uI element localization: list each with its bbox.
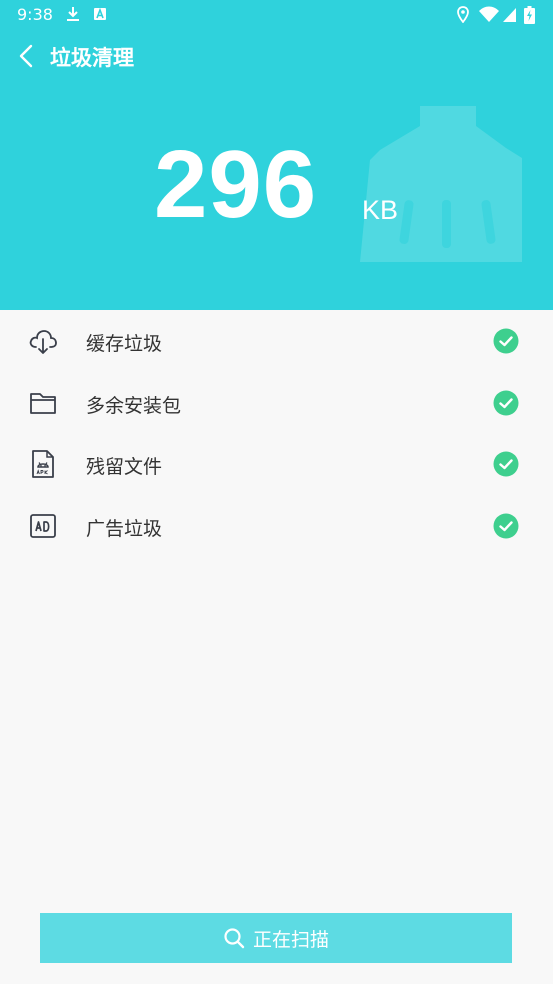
check-icon	[493, 390, 519, 415]
list-item-cache-junk[interactable]: 缓存垃圾	[0, 310, 553, 372]
list-item-redundant-packages[interactable]: 多余安装包	[0, 372, 553, 434]
status-bar: 9:38	[0, 0, 553, 30]
apk-file-icon	[32, 450, 54, 478]
wifi-icon	[479, 6, 499, 22]
title-bar: 垃圾清理	[0, 36, 553, 76]
list-item-ad-junk[interactable]: 广告垃圾	[0, 495, 553, 557]
ad-icon	[30, 513, 56, 538]
page-title: 垃圾清理	[50, 46, 134, 70]
check-icon	[493, 328, 519, 354]
status-time: 9:38	[17, 5, 53, 24]
signal-icon	[503, 8, 516, 22]
scan-button-content: 正在扫描	[40, 913, 512, 963]
junk-size-unit: KB	[362, 195, 399, 225]
download-icon	[67, 7, 79, 21]
junk-category-list: 缓存垃圾 多余安装包 残留文件 广告垃圾	[0, 310, 553, 556]
scan-button-label: 正在扫描	[252, 929, 329, 951]
check-icon	[493, 513, 519, 538]
folder-icon	[30, 392, 56, 414]
cloud-download-icon	[29, 330, 57, 354]
check-icon	[493, 451, 519, 477]
item-label-residual-files: 残留文件	[86, 456, 163, 478]
list-item-residual-files[interactable]: 残留文件	[0, 433, 553, 495]
location-icon	[457, 6, 469, 23]
item-label-redundant-packages: 多余安装包	[86, 394, 182, 417]
scan-button[interactable]: 正在扫描	[40, 913, 512, 963]
trash-bin-icon	[360, 106, 522, 262]
back-button[interactable]	[14, 42, 42, 70]
item-label-ad-junk: 广告垃圾	[86, 517, 163, 540]
app-notification-icon	[94, 7, 106, 20]
header: 9:38 垃圾清理 296 KB	[0, 0, 553, 310]
battery-charging-icon	[524, 6, 535, 24]
search-icon	[224, 928, 245, 949]
junk-size-value: 296	[154, 131, 318, 238]
item-label-cache-junk: 缓存垃圾	[86, 333, 163, 355]
